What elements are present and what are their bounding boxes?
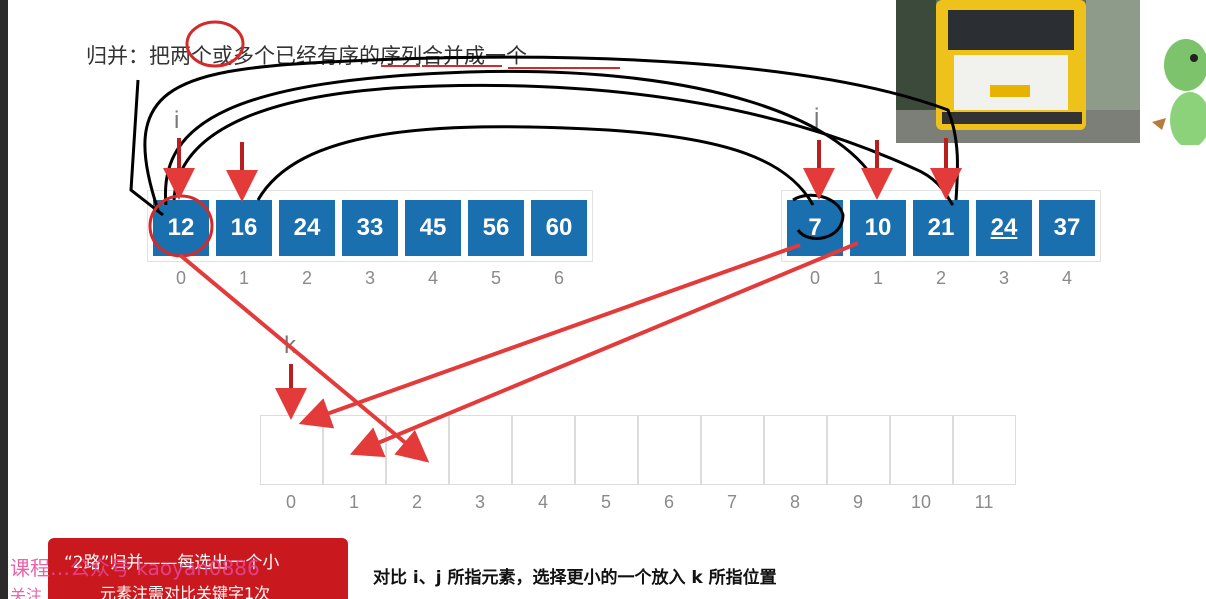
annotation-overlay <box>129 20 962 463</box>
watermark-line-1: 课程…公众号 kaoyan0886 <box>10 556 260 580</box>
black-curve-annotation <box>129 55 960 240</box>
red-circle-annotation <box>185 20 245 68</box>
red-circle-12-annotation <box>148 194 214 258</box>
caption-text: 对比 i、j 所指元素，选择更小的一个放入 k 所指位置 <box>373 568 777 588</box>
watermark-line-2: 关注… <box>10 586 59 599</box>
banner-line-2: 元素注需对比关键字1次 <box>100 584 271 599</box>
slide: 归并：把两个或多个已经有序的序列合并成一个 12 16 24 33 45 56 … <box>8 0 1206 599</box>
red-underline-annotation <box>381 65 620 69</box>
red-long-arrows <box>178 241 859 463</box>
